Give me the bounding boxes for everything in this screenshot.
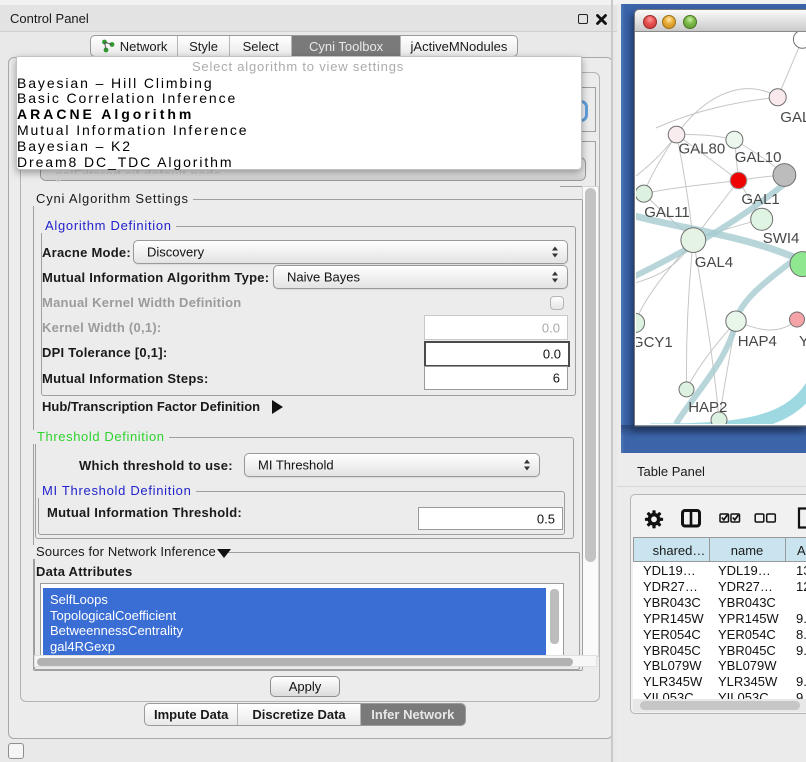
svg-text:GAL2: GAL2 <box>780 109 806 126</box>
svg-text:GAL4: GAL4 <box>695 254 733 271</box>
svg-text:HAP4: HAP4 <box>738 333 777 350</box>
svg-text:Y: Y <box>799 333 806 350</box>
svg-text:GCY1: GCY1 <box>636 334 673 351</box>
svg-text:GAL1: GAL1 <box>741 191 779 208</box>
svg-text:GAL11: GAL11 <box>644 204 690 221</box>
svg-text:GAL80: GAL80 <box>679 141 726 158</box>
svg-text:SWI4: SWI4 <box>763 230 800 247</box>
svg-text:HAP2: HAP2 <box>688 399 727 416</box>
svg-text:GAL10: GAL10 <box>735 149 782 166</box>
